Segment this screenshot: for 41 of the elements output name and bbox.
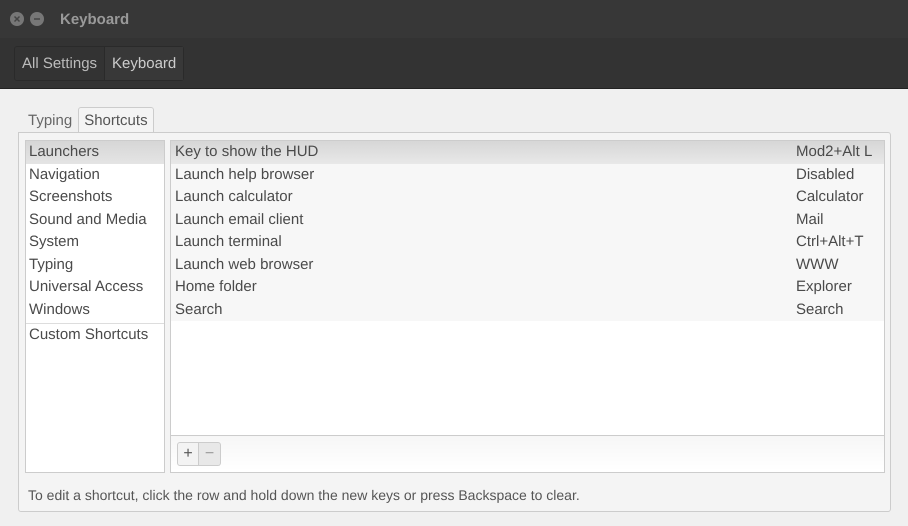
shortcut-row[interactable]: Launch terminal Ctrl+Alt+T <box>171 231 884 254</box>
shortcut-keys: Ctrl+Alt+T <box>796 233 882 252</box>
shortcut-keys: Mod2+Alt L <box>796 143 882 162</box>
category-item[interactable]: Launchers <box>26 141 164 164</box>
category-item[interactable]: Universal Access <box>26 276 164 298</box>
tab[interactable]: Typing <box>22 107 78 132</box>
category-item[interactable]: Sound and Media <box>26 208 164 231</box>
shortcut-action: Search <box>175 300 223 319</box>
shortcut-action: Launch calculator <box>175 188 293 206</box>
category-item[interactable]: Screenshots <box>26 186 164 208</box>
shortcut-action: Key to show the HUD <box>175 143 318 162</box>
shortcut-row[interactable]: Key to show the HUD Mod2+Alt L <box>171 141 884 164</box>
close-icon[interactable] <box>10 12 24 26</box>
shortcut-row[interactable]: Home folder Explorer <box>171 276 884 298</box>
shortcut-keys: Explorer <box>796 278 882 296</box>
shortcut-keys: Mail <box>796 210 882 229</box>
shortcut-row[interactable]: Launch web browser WWW <box>171 254 884 276</box>
category-item[interactable]: Navigation <box>26 164 164 186</box>
category-item[interactable]: System <box>26 231 164 254</box>
shortcut-keys: Search <box>796 300 882 319</box>
shortcut-action: Launch web browser <box>175 256 314 274</box>
shortcut-row[interactable]: Search Search <box>171 298 884 321</box>
shortcut-keys: Calculator <box>796 188 882 206</box>
shortcut-action: Home folder <box>175 278 257 296</box>
shortcut-action: Launch email client <box>175 210 304 229</box>
shortcut-row[interactable]: Launch email client Mail <box>171 208 884 231</box>
shortcut-row[interactable]: Launch calculator Calculator <box>171 186 884 208</box>
category-item[interactable]: Typing <box>26 254 164 276</box>
shortcut-row[interactable]: Launch help browser Disabled <box>171 164 884 186</box>
hint-text: To edit a shortcut, click the row and hold down the new keys or press Backspace to clear. <box>27 486 581 503</box>
shortcut-keys: WWW <box>796 256 882 274</box>
shortcut-action: Launch terminal <box>175 233 282 252</box>
tab[interactable]: Shortcuts <box>78 107 154 132</box>
breadcrumb-button[interactable]: Keyboard <box>105 46 184 80</box>
add-button[interactable]: + <box>177 442 199 466</box>
category-item[interactable]: Custom Shortcuts <box>26 324 164 346</box>
window-title: Keyboard <box>60 10 130 28</box>
shortcut-action: Launch help browser <box>175 166 314 184</box>
category-item[interactable]: Windows <box>26 298 164 321</box>
minimize-icon[interactable] <box>30 12 44 26</box>
shortcut-keys: Disabled <box>796 166 882 184</box>
